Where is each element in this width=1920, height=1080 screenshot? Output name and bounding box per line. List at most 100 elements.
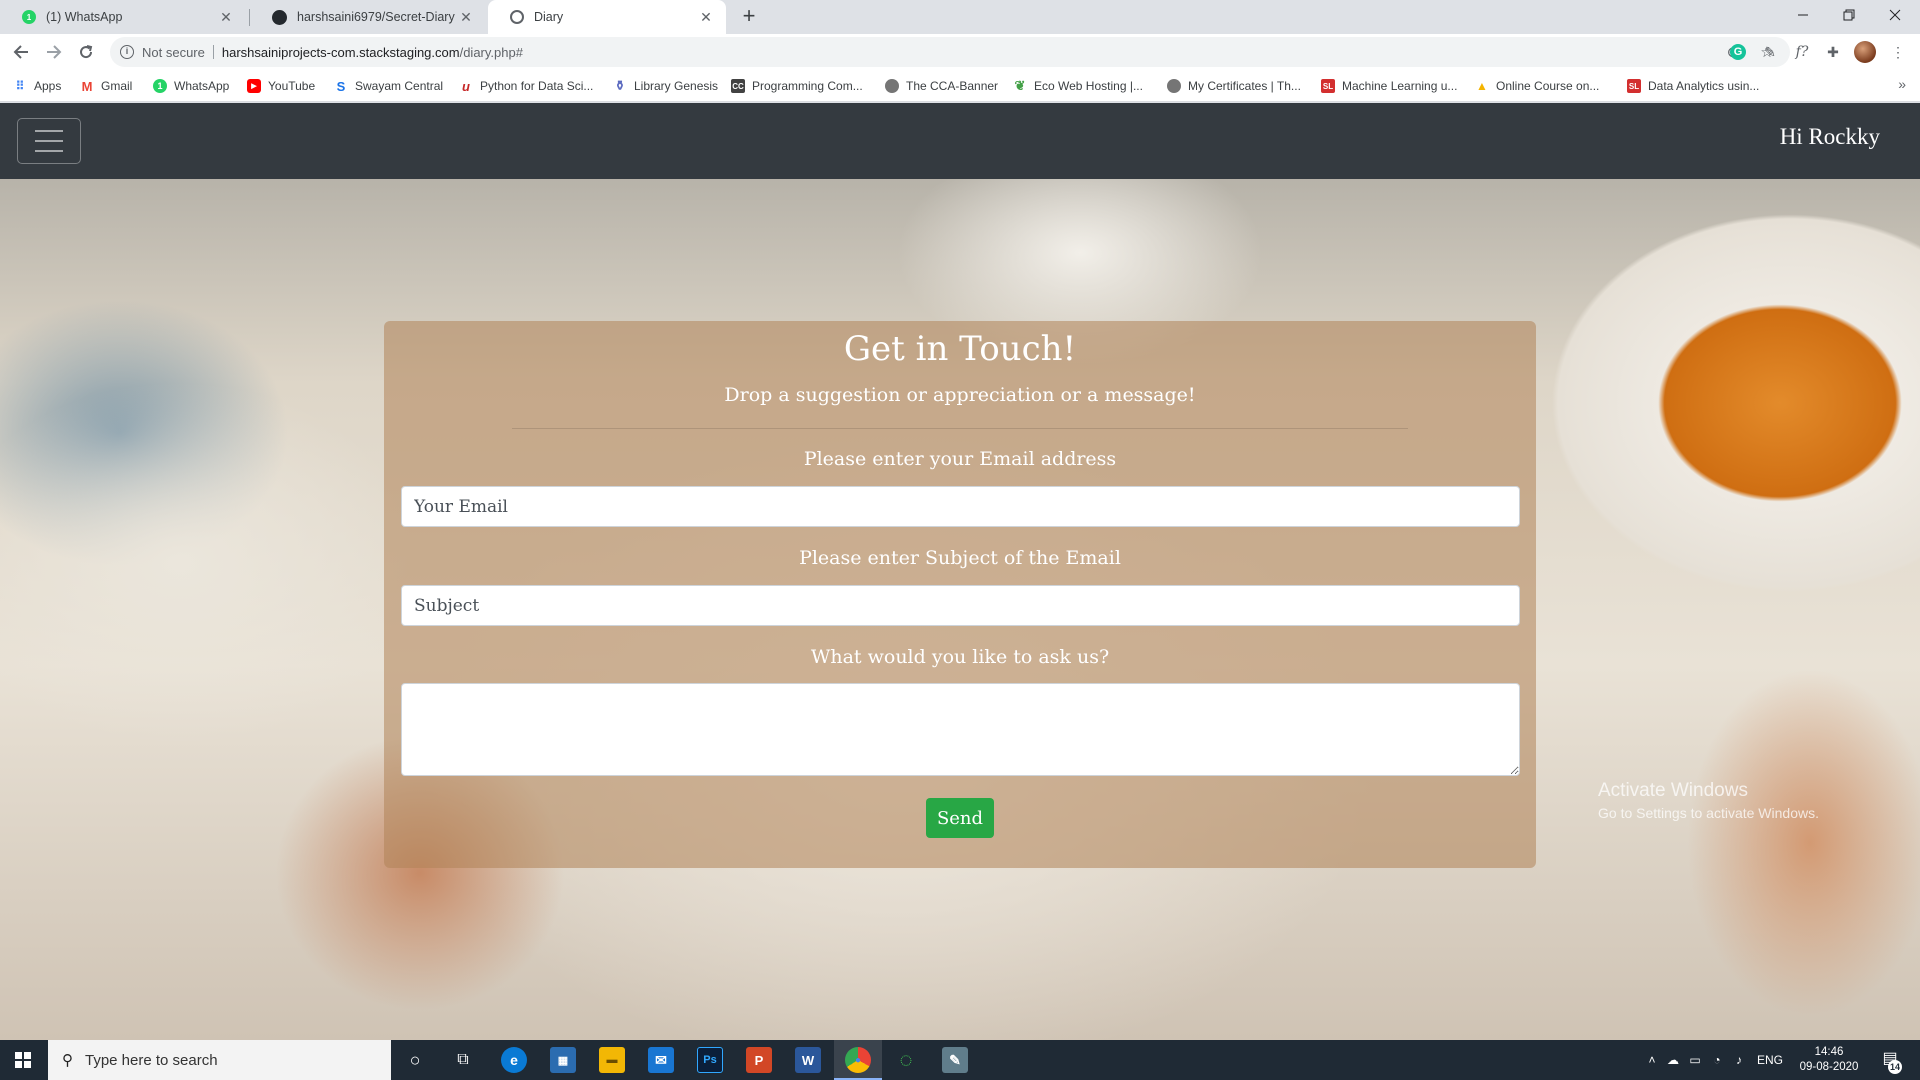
language-indicator[interactable]: ENG <box>1750 1053 1790 1067</box>
bookmarks-overflow-button[interactable]: » <box>1898 76 1906 92</box>
file-explorer-icon[interactable]: ▬ <box>599 1047 625 1073</box>
email-label: Please enter your Email address <box>803 448 1117 470</box>
bookmark-online-course[interactable]: ▲ Online Course on... <box>1475 77 1599 95</box>
reload-button[interactable] <box>74 40 98 64</box>
taskbar-clock[interactable]: 14:46 09-08-2020 <box>1792 1045 1866 1075</box>
bookmark-label: Apps <box>34 79 62 93</box>
bookmark-apps[interactable]: ⠿ Apps <box>13 77 62 95</box>
bookmark-data-analytics[interactable]: SL Data Analytics usin... <box>1627 77 1759 95</box>
close-window-button[interactable] <box>1872 0 1918 30</box>
send-button[interactable]: Send <box>926 798 994 838</box>
bookmark-cca-banner[interactable]: The CCA-Banner <box>885 77 998 95</box>
globe-icon <box>1167 79 1181 93</box>
bookmark-programming[interactable]: CC Programming Com... <box>731 77 863 95</box>
new-tab-button[interactable]: + <box>736 4 762 30</box>
edge-icon[interactable]: e <box>501 1047 527 1073</box>
tab-github[interactable]: harshsaini6979/Secret-Diary ✕ <box>250 0 486 34</box>
extensions-puzzle-icon[interactable]: ✚ <box>1823 42 1843 62</box>
task-view-icon[interactable]: ⧉ <box>450 1047 476 1073</box>
volume-icon[interactable]: ♪ <box>1728 1053 1750 1067</box>
clock-time: 14:46 <box>1814 1046 1844 1058</box>
hamburger-line <box>35 130 63 132</box>
sl-icon: SL <box>1321 79 1335 93</box>
leaf-icon: ❦ <box>1014 78 1026 93</box>
store-icon[interactable]: ▦ <box>550 1047 576 1073</box>
bookmark-eco-web-hosting[interactable]: ❦ Eco Web Hosting |... <box>1013 77 1143 95</box>
close-tab-icon[interactable]: ✕ <box>458 9 474 26</box>
hamburger-line <box>35 140 63 142</box>
library-icon: ⚱ <box>614 78 626 93</box>
subject-field[interactable] <box>401 585 1520 626</box>
grammarly-extension-icon[interactable]: G <box>1730 44 1746 60</box>
hamburger-line <box>35 150 63 152</box>
bookmark-label: Swayam Central <box>355 79 444 93</box>
bookmark-library-genesis[interactable]: ⚱ Library Genesis <box>613 77 719 95</box>
bookmark-machine-learning[interactable]: SL Machine Learning u... <box>1321 77 1457 95</box>
bookmark-swayam[interactable]: S Swayam Central <box>334 77 443 95</box>
search-placeholder: Type here to search <box>85 1051 218 1069</box>
close-tab-icon[interactable]: ✕ <box>218 9 234 26</box>
security-label[interactable]: Not secure <box>142 45 205 60</box>
message-textarea[interactable] <box>401 683 1520 776</box>
photoshop-icon[interactable]: Ps <box>697 1047 723 1073</box>
tab-title: Diary <box>534 10 564 24</box>
tab-diary[interactable]: Diary ✕ <box>488 0 726 34</box>
globe-icon <box>885 79 899 93</box>
tab-title: harshsaini6979/Secret-Diary <box>297 10 455 24</box>
bookmark-label: WhatsApp <box>174 79 230 93</box>
bookmark-label: My Certificates | Th... <box>1188 79 1301 93</box>
formula-extension-icon[interactable]: f? <box>1792 42 1812 62</box>
bookmark-gmail[interactable]: M Gmail <box>80 77 133 95</box>
browser-toolbar: i Not secure harshsainiprojects-com.stac… <box>0 34 1920 70</box>
drive-icon: ▲ <box>1476 79 1488 93</box>
bookmark-youtube[interactable]: ▶ YouTube <box>247 77 315 95</box>
spinner-app-icon[interactable]: ◌ <box>893 1047 919 1073</box>
profile-avatar[interactable] <box>1854 41 1876 63</box>
bookmark-label: Python for Data Sci... <box>480 79 594 93</box>
word-icon[interactable]: W <box>795 1047 821 1073</box>
bookmark-label: Eco Web Hosting |... <box>1034 79 1143 93</box>
tab-whatsapp[interactable]: 1 (1) WhatsApp ✕ <box>0 0 246 34</box>
forward-button[interactable] <box>42 40 66 64</box>
diary-page: Hi Rockky Get in Touch! Drop a suggestio… <box>0 103 1920 1040</box>
back-button[interactable] <box>9 40 33 64</box>
chevron-up-icon[interactable]: ˄ <box>1642 1053 1662 1067</box>
watermark-title: Activate Windows <box>1598 780 1748 801</box>
bookmark-python-data-sci[interactable]: u Python for Data Sci... <box>459 77 593 95</box>
tab-strip: 1 (1) WhatsApp ✕ harshsaini6979/Secret-D… <box>0 0 1920 34</box>
network-icon[interactable]: ◔ <box>1706 1053 1728 1067</box>
eyedropper-extension-icon[interactable]: ✎ <box>1760 42 1780 62</box>
search-icon: ⚲ <box>62 1052 73 1069</box>
notification-count-badge: 14 <box>1888 1060 1902 1074</box>
url-path[interactable]: /diary.php# <box>460 45 523 60</box>
udemy-icon: u <box>462 78 470 94</box>
email-field[interactable] <box>401 486 1520 527</box>
gmail-icon: M <box>81 78 93 94</box>
paint-app-icon[interactable]: ✎ <box>942 1047 968 1073</box>
start-button[interactable] <box>0 1040 46 1080</box>
site-navbar: Hi Rockky <box>0 103 1920 179</box>
contact-title: Get in Touch! <box>843 329 1077 369</box>
powerpoint-icon[interactable]: P <box>746 1047 772 1073</box>
taskbar-search-box[interactable]: ⚲ Type here to search <box>48 1040 391 1080</box>
close-tab-icon[interactable]: ✕ <box>698 9 714 26</box>
onedrive-cloud-icon[interactable]: ☁ <box>1662 1053 1684 1067</box>
mail-icon[interactable]: ✉ <box>648 1047 674 1073</box>
cortana-icon[interactable]: ○ <box>402 1047 428 1073</box>
bookmark-my-certificates[interactable]: My Certificates | Th... <box>1167 77 1301 95</box>
battery-icon[interactable]: ▭ <box>1684 1053 1706 1067</box>
windows-taskbar: ⚲ Type here to search ○ ⧉ e ▦ ▬ ✉ Ps P W… <box>0 1040 1920 1080</box>
navbar-toggle-button[interactable] <box>17 118 81 164</box>
reload-icon <box>80 45 93 59</box>
bookmark-label: Online Course on... <box>1496 79 1600 93</box>
menu-kebab-icon[interactable]: ⋮ <box>1888 42 1908 62</box>
chrome-icon[interactable]: ● <box>845 1047 871 1073</box>
url-host[interactable]: harshsainiprojects-com.stackstaging.com <box>222 45 460 60</box>
info-icon[interactable]: i <box>120 45 134 59</box>
address-bar[interactable]: i Not secure harshsainiprojects-com.stac… <box>110 37 1790 67</box>
minimize-button[interactable] <box>1780 0 1826 30</box>
watermark-subtitle: Go to Settings to activate Windows. <box>1598 805 1819 821</box>
divider <box>212 45 214 59</box>
bookmark-whatsapp[interactable]: 1 WhatsApp <box>153 77 229 95</box>
restore-button[interactable] <box>1826 0 1872 30</box>
